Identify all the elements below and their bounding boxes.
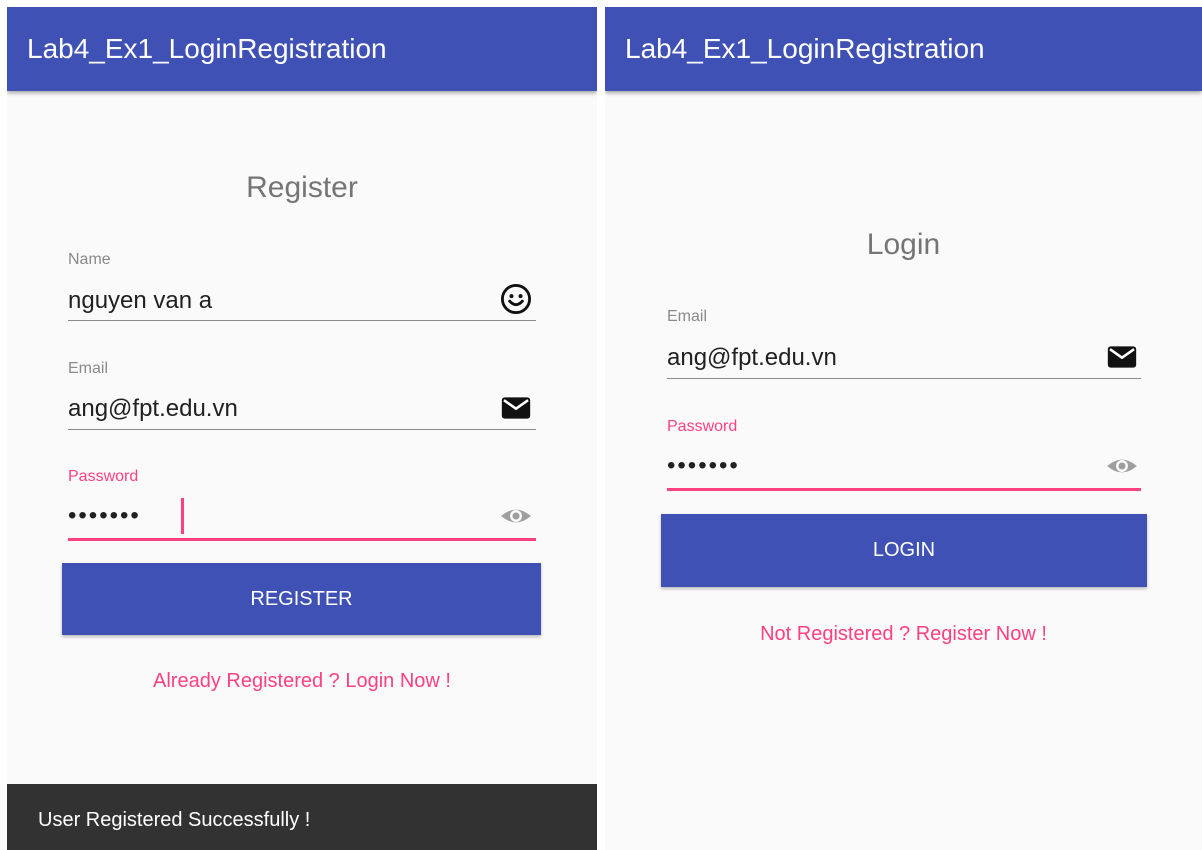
snackbar-message: User Registered Successfully ! bbox=[38, 809, 311, 831]
password-field-value[interactable]: ••••••• bbox=[667, 451, 740, 481]
email-field-underline bbox=[68, 429, 536, 430]
register-now-link[interactable]: Not Registered ? Register Now ! bbox=[605, 621, 1202, 647]
email-field-value[interactable]: ang@fpt.edu.vn bbox=[68, 394, 238, 424]
password-field-underline bbox=[667, 488, 1141, 491]
email-field-label: Email bbox=[667, 308, 708, 325]
envelope-icon bbox=[499, 391, 533, 425]
text-cursor bbox=[181, 498, 184, 534]
password-field-label: Password bbox=[667, 418, 738, 435]
snackbar: User Registered Successfully ! bbox=[7, 784, 597, 850]
name-field-underline bbox=[68, 320, 536, 321]
app-title: Lab4_Ex1_LoginRegistration bbox=[625, 33, 985, 64]
login-button[interactable]: LOGIN bbox=[661, 514, 1147, 587]
app-title: Lab4_Ex1_LoginRegistration bbox=[27, 33, 387, 64]
eye-icon[interactable] bbox=[499, 499, 533, 533]
email-field-value[interactable]: ang@fpt.edu.vn bbox=[667, 343, 837, 373]
login-now-link[interactable]: Already Registered ? Login Now ! bbox=[7, 668, 597, 694]
smiley-face-icon bbox=[499, 282, 533, 316]
envelope-icon bbox=[1105, 340, 1139, 374]
name-field-value[interactable]: nguyen van a bbox=[68, 286, 212, 316]
register-screen: Lab4_Ex1_LoginRegistration Register Name… bbox=[7, 7, 597, 850]
name-field-label: Name bbox=[68, 251, 111, 268]
app-bar: Lab4_Ex1_LoginRegistration bbox=[7, 7, 597, 91]
password-field-underline bbox=[68, 538, 536, 541]
eye-icon[interactable] bbox=[1105, 449, 1139, 483]
login-button-label: LOGIN bbox=[872, 539, 936, 561]
register-title: Register bbox=[246, 171, 358, 204]
login-title: Login bbox=[866, 228, 941, 261]
login-screen: Lab4_Ex1_LoginRegistration Login Email a… bbox=[605, 7, 1202, 850]
password-field-value[interactable]: ••••••• bbox=[68, 501, 141, 531]
register-button-label: REGISTER bbox=[250, 588, 353, 610]
register-button[interactable]: REGISTER bbox=[62, 563, 541, 635]
email-field-underline bbox=[667, 378, 1141, 379]
app-bar: Lab4_Ex1_LoginRegistration bbox=[605, 7, 1202, 91]
email-field-label: Email bbox=[68, 360, 109, 377]
password-field-label: Password bbox=[68, 468, 139, 485]
